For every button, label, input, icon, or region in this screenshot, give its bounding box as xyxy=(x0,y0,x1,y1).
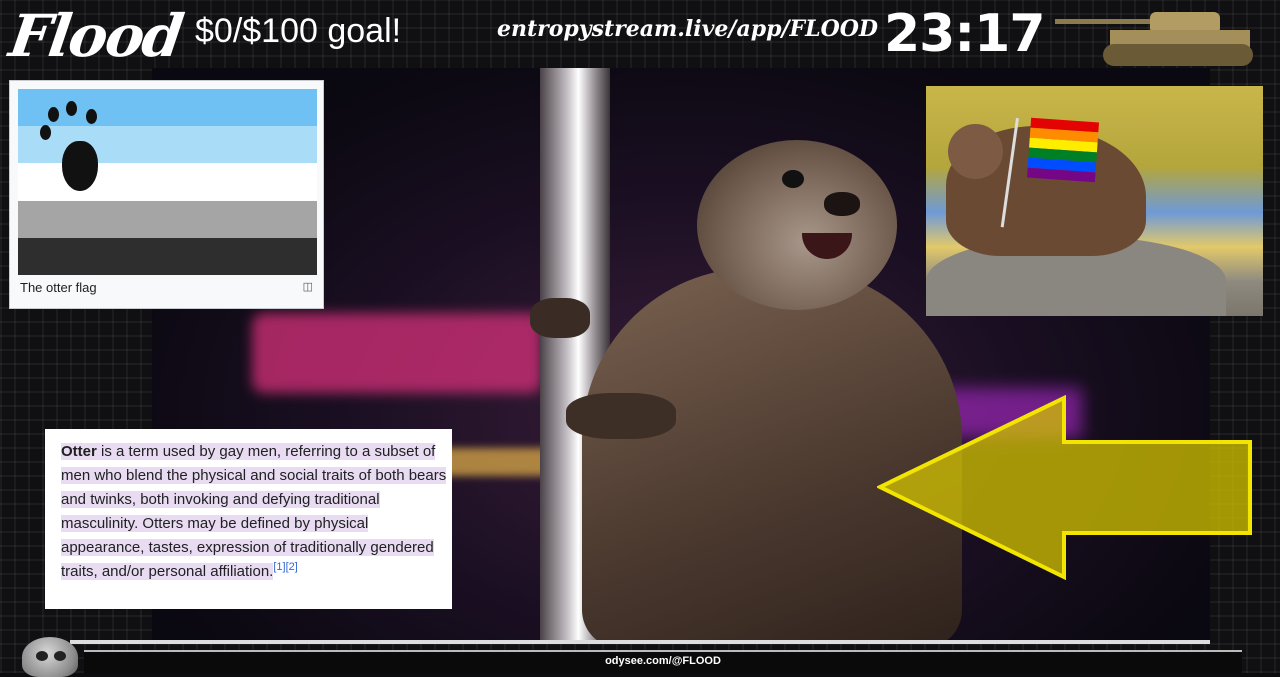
flag-caption: The otter flag xyxy=(20,280,97,295)
arrow-icon xyxy=(877,395,1252,580)
definition-text: is a term used by gay men, referring to … xyxy=(61,443,447,580)
divider xyxy=(70,640,1210,644)
flood-logo: Flood xyxy=(5,2,186,70)
stream-timer: 23:17 xyxy=(884,4,1046,64)
skull-icon xyxy=(22,637,78,677)
otter-flag-image xyxy=(18,89,317,275)
definition-box: Otter is a term used by gay men, referri… xyxy=(45,429,452,609)
expand-icon[interactable]: ◫ xyxy=(303,280,313,293)
otter-rainbow-photo xyxy=(926,86,1263,316)
rainbow-flag xyxy=(1026,117,1100,183)
otter-flag-card: The otter flag ◫ xyxy=(9,80,324,309)
donation-goal: $0/$100 goal! xyxy=(195,12,402,50)
definition-term: Otter xyxy=(61,443,97,460)
footer-bar: odysee.com/@FLOOD xyxy=(84,650,1242,673)
paw-print-icon xyxy=(40,101,110,191)
stream-url: entropystream.live/app/FLOOD xyxy=(497,16,878,42)
reference-links[interactable]: [1][2] xyxy=(273,561,297,573)
stream-header: Flood $0/$100 goal! entropystream.live/a… xyxy=(0,0,1280,70)
definition-paragraph: Otter is a term used by gay men, referri… xyxy=(61,440,451,584)
channel-link[interactable]: odysee.com/@FLOOD xyxy=(84,655,1242,667)
